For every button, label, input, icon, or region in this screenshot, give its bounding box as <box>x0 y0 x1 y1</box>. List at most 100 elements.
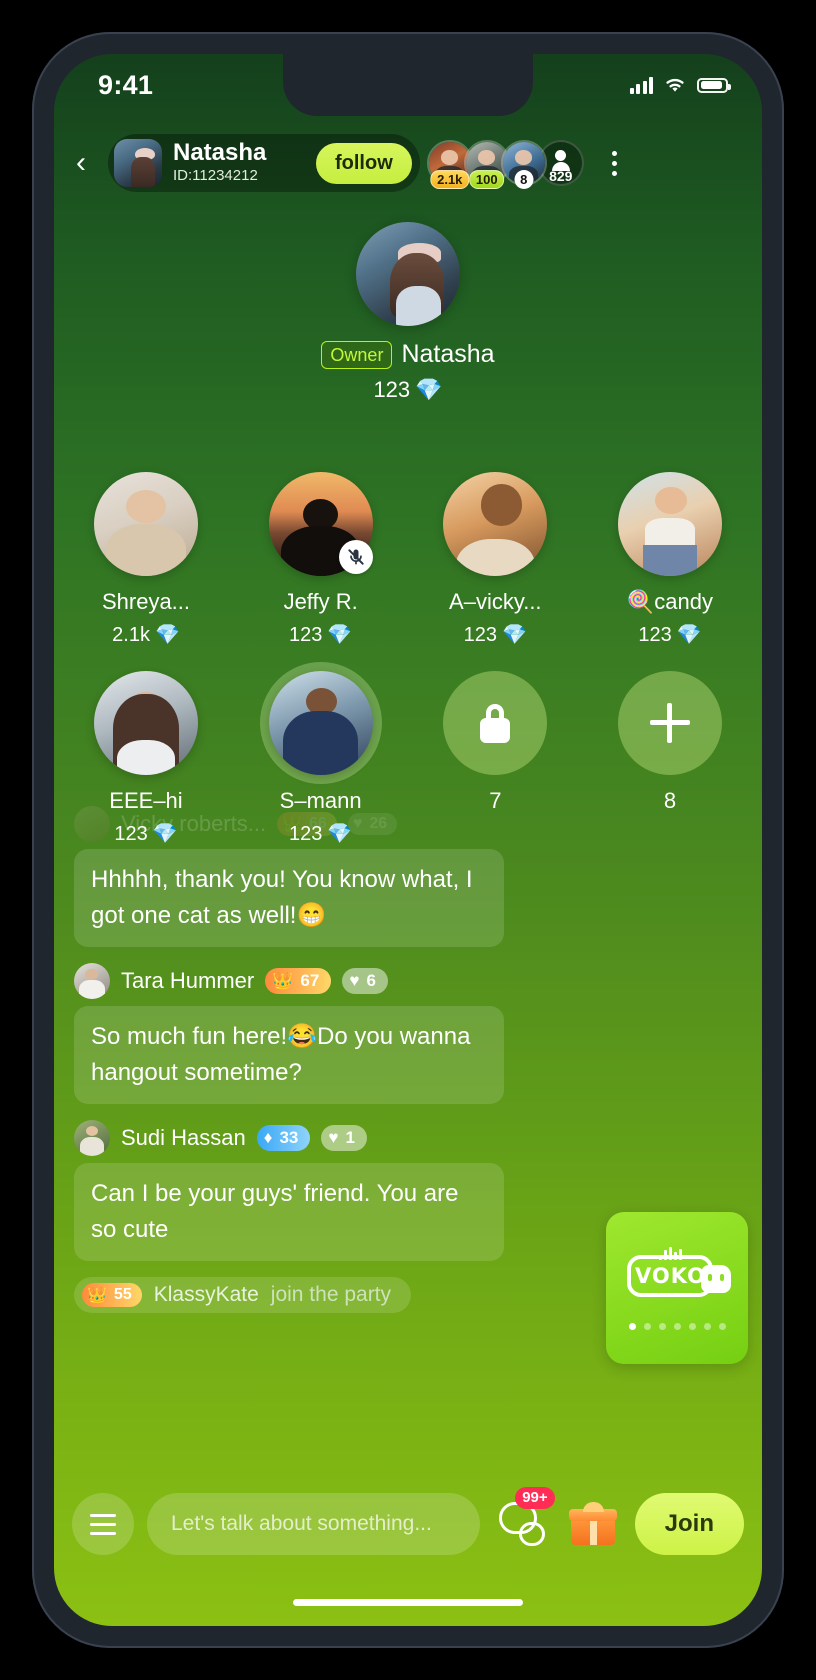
seat-gem-count: 123 💎 <box>251 622 391 647</box>
seat-avatar[interactable] <box>268 671 373 775</box>
phone-screen: 9:41 ‹ Natasha ID:11234212 follow 2.1k 1… <box>54 54 762 1626</box>
system-action-text: join the party <box>270 1283 392 1306</box>
gift-button[interactable] <box>564 1495 622 1553</box>
seat-8-add[interactable]: 8 <box>600 671 740 846</box>
voko-logo-text: VOKO <box>635 1263 706 1288</box>
chat-author-name: Tara Hummer <box>121 968 255 993</box>
back-chevron-icon[interactable]: ‹ <box>64 143 98 183</box>
chat-author-name: Sudi Hassan <box>121 1125 246 1150</box>
locked-seat-button[interactable] <box>443 671 548 775</box>
chat-avatar[interactable] <box>74 1120 110 1156</box>
host-name: Natasha <box>173 138 267 166</box>
heart-badge: ♥ 1 <box>321 1125 367 1151</box>
owner-seat[interactable]: Owner Natasha 123 💎 <box>54 222 762 403</box>
mic-off-icon <box>338 540 373 574</box>
crown-icon: 👑 <box>87 1287 107 1304</box>
chat-list[interactable]: Vicky roberts... 👑 66 ♥ 26 Hhhhh, thank yo… <box>54 806 762 1476</box>
seat-7-locked[interactable]: 7 <box>425 671 565 846</box>
viewer-avatar-3[interactable]: 8 <box>500 140 547 189</box>
seat-gem-value: 123 <box>289 823 323 845</box>
heart-icon: ♥ <box>349 971 360 990</box>
seat-gem-value: 123 <box>289 624 323 646</box>
unread-badge: 99+ <box>515 1487 555 1509</box>
gem-icon: 💎 <box>154 624 180 646</box>
crown-badge: 👑 55 <box>82 1283 142 1307</box>
gem-icon: 💎 <box>676 624 702 646</box>
seat-gem-count: 123 💎 <box>425 622 565 647</box>
cellular-signal-icon <box>629 76 653 94</box>
owner-name: Natasha <box>401 340 495 368</box>
chat-avatar[interactable] <box>74 963 110 999</box>
seat-avatar[interactable] <box>617 472 722 576</box>
host-info-pill[interactable]: Natasha ID:11234212 follow <box>108 134 420 192</box>
home-indicator[interactable] <box>293 1599 523 1606</box>
seat-avatar[interactable] <box>94 472 198 576</box>
viewer-rank-tag: 100 <box>468 170 505 189</box>
seat-name: Jeffy R. <box>283 589 358 614</box>
seat-name: 8 <box>663 788 677 813</box>
join-button[interactable]: Join <box>634 1493 744 1555</box>
promo-card-voko[interactable]: VOKO <box>606 1212 748 1364</box>
chat-bubble: So much fun here!😂Do you wanna hangout s… <box>74 1006 504 1104</box>
viewer-count-label: 829 <box>549 168 573 184</box>
system-join-message: 👑 55 KlassyKate join the party <box>74 1277 412 1313</box>
chat-bubble: Hhhhh, thank you! You know what, I got o… <box>74 849 504 947</box>
owner-avatar[interactable] <box>356 222 460 326</box>
host-id: ID:11234212 <box>173 167 258 185</box>
seat-3[interactable]: A–vicky... 123 💎 <box>425 472 565 647</box>
seat-grid: Shreya... 2.1k 💎 Jeffy R. 123 💎 A–vicky.… <box>54 472 762 846</box>
wifi-icon <box>666 78 684 92</box>
gem-icon: 💎 <box>327 823 353 845</box>
seat-gem-count: 2.1k 💎 <box>76 622 216 647</box>
bottom-action-bar: Let's talk about something... 99+ Join <box>54 1476 762 1572</box>
promo-card-pagination[interactable] <box>628 1322 726 1330</box>
battery-icon <box>697 77 731 93</box>
seat-name: EEE–hi <box>109 788 183 813</box>
owner-badge: Owner <box>321 340 393 369</box>
seat-speaking-ring <box>268 671 373 775</box>
gem-icon: 💎 <box>415 377 443 402</box>
seat-gem-count: 123 💎 <box>600 622 740 647</box>
status-bar: 9:41 <box>54 54 762 116</box>
crown-icon: 👑 <box>272 971 294 990</box>
seat-avatar[interactable] <box>94 671 198 775</box>
gem-icon: ♦ <box>263 1128 273 1147</box>
status-icons <box>629 76 731 94</box>
hamburger-menu-icon[interactable] <box>72 1493 134 1555</box>
chat-message-header: Sudi Hassan ♦ 33 ♥ 1 <box>74 1120 742 1156</box>
gem-icon: 💎 <box>502 624 527 646</box>
viewer-rank-tag: 2.1k <box>430 170 470 189</box>
voko-logo-icon: VOKO <box>625 1246 731 1301</box>
seat-gem-value: 123 <box>463 624 498 646</box>
seat-4[interactable]: 🍭candy 123 💎 <box>600 472 740 647</box>
seat-2[interactable]: Jeffy R. 123 💎 <box>251 472 391 647</box>
phone-frame: 9:41 ‹ Natasha ID:11234212 follow 2.1k 1… <box>32 32 784 1648</box>
chat-bubbles-button[interactable]: 99+ <box>493 1487 555 1553</box>
heart-icon: ♥ <box>328 1128 339 1147</box>
lock-icon <box>480 703 511 743</box>
message-input[interactable]: Let's talk about something... <box>147 1493 480 1555</box>
seat-6[interactable]: S–mann 123 💎 <box>251 671 391 846</box>
crown-badge: 👑 67 <box>265 968 332 994</box>
viewer-rank-tag: 8 <box>514 170 534 189</box>
seat-row-1: Shreya... 2.1k 💎 Jeffy R. 123 💎 A–vicky.… <box>76 472 740 647</box>
seat-gem-value: 123 <box>638 624 672 646</box>
more-vertical-icon[interactable] <box>600 140 630 186</box>
follow-button[interactable]: follow <box>316 142 412 184</box>
person-icon <box>551 150 570 171</box>
host-meta: Natasha ID:11234212 <box>173 138 305 187</box>
gem-icon: 💎 <box>327 624 353 646</box>
host-avatar[interactable] <box>114 139 162 187</box>
gem-icon: 💎 <box>152 823 178 845</box>
seat-gem-value: 123 <box>114 823 148 845</box>
owner-name-row: Owner Natasha <box>54 340 762 369</box>
seat-name: S–mann <box>279 788 362 813</box>
seat-avatar[interactable] <box>443 472 548 576</box>
seat-5[interactable]: EEE–hi 123 💎 <box>76 671 216 846</box>
gem-badge: ♦ 33 <box>256 1125 311 1151</box>
system-author-name: KlassyKate <box>153 1283 259 1306</box>
seat-1[interactable]: Shreya... 2.1k 💎 <box>76 472 216 647</box>
seat-row-2: EEE–hi 123 💎 S–mann 123 💎 7 8 <box>76 671 740 846</box>
viewer-avatars[interactable]: 2.1k 100 8 829 <box>426 140 584 189</box>
add-seat-button[interactable] <box>617 671 722 775</box>
